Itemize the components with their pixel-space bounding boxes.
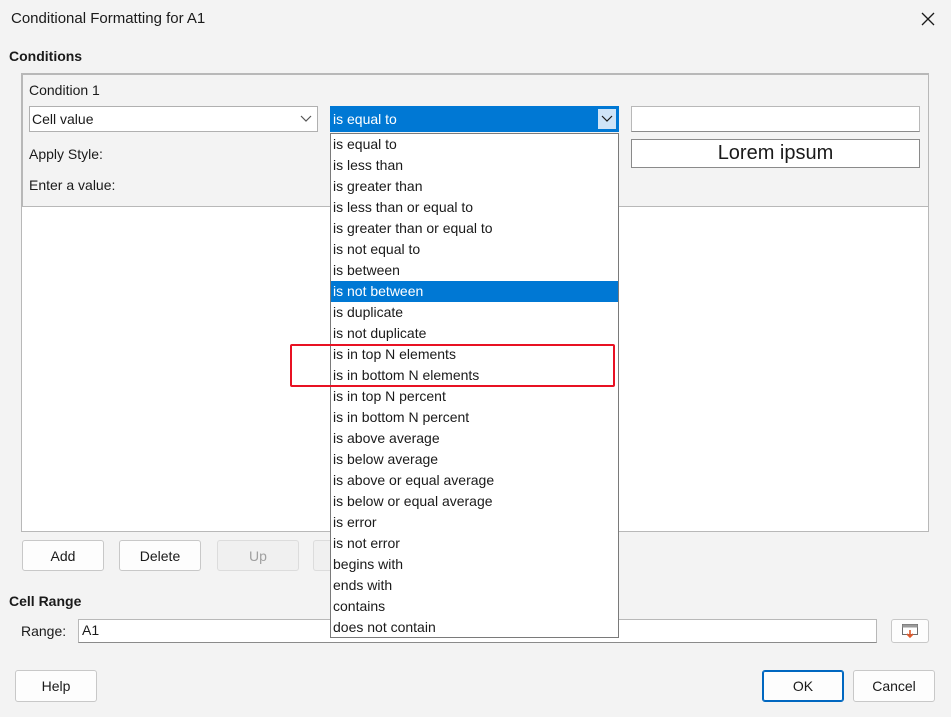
enter-value-label: Enter a value: (29, 177, 116, 193)
shrink-range-button[interactable] (891, 619, 929, 643)
condition-type-value: Cell value (32, 111, 94, 127)
cancel-button-label: Cancel (872, 678, 916, 694)
operator-option[interactable]: is duplicate (331, 302, 618, 323)
operator-option[interactable]: does not contain (331, 617, 618, 638)
operator-option[interactable]: is not equal to (331, 239, 618, 260)
operator-option[interactable]: is below or equal average (331, 491, 618, 512)
range-label: Range: (21, 623, 67, 639)
operator-option[interactable]: is below average (331, 449, 618, 470)
operator-option[interactable]: is not duplicate (331, 323, 618, 344)
help-button-label: Help (41, 678, 71, 694)
operator-option[interactable]: contains (331, 596, 618, 617)
window-title: Conditional Formatting for A1 (11, 10, 206, 27)
operator-option[interactable]: is in bottom N percent (331, 407, 618, 428)
condition-type-dropdown-button[interactable] (296, 108, 316, 130)
delete-button[interactable]: Delete (119, 540, 201, 571)
help-button[interactable]: Help (15, 670, 97, 702)
operator-option[interactable]: is less than or equal to (331, 197, 618, 218)
chevron-down-icon (601, 115, 613, 122)
operator-value: is equal to (333, 111, 397, 127)
operator-option[interactable]: is greater than or equal to (331, 218, 618, 239)
operator-option[interactable]: is in top N percent (331, 386, 618, 407)
highlight-box (290, 344, 615, 387)
conditions-section-label: Conditions (9, 48, 83, 64)
cancel-button[interactable]: Cancel (853, 670, 935, 702)
operator-option[interactable]: is between (331, 260, 618, 281)
operator-option[interactable]: ends with (331, 575, 618, 596)
operator-option[interactable]: is greater than (331, 176, 618, 197)
close-button[interactable] (914, 5, 942, 33)
add-button[interactable]: Add (22, 540, 104, 571)
apply-style-label: Apply Style: (29, 146, 103, 162)
condition-1-label: Condition 1 (29, 82, 100, 98)
operator-option[interactable]: is less than (331, 155, 618, 176)
up-button[interactable]: Up (217, 540, 299, 571)
operator-option[interactable]: is equal to (331, 134, 618, 155)
condition-value-input[interactable] (631, 106, 920, 132)
condition-type-combo[interactable]: Cell value (29, 106, 318, 132)
operator-combo[interactable]: is equal to (330, 106, 619, 132)
close-icon (921, 12, 935, 26)
style-preview: Lorem ipsum (631, 139, 920, 168)
operator-option[interactable]: begins with (331, 554, 618, 575)
operator-option[interactable]: is above or equal average (331, 470, 618, 491)
shrink-range-icon (902, 624, 918, 639)
operator-option[interactable]: is error (331, 512, 618, 533)
operator-option[interactable]: is above average (331, 428, 618, 449)
operator-dropdown-button[interactable] (597, 108, 617, 130)
cell-range-section-label: Cell Range (9, 593, 82, 609)
operator-option[interactable]: is not between (331, 281, 618, 302)
ok-button[interactable]: OK (762, 670, 844, 702)
ok-button-label: OK (792, 678, 814, 694)
chevron-down-icon (300, 115, 312, 122)
operator-option[interactable]: is not error (331, 533, 618, 554)
